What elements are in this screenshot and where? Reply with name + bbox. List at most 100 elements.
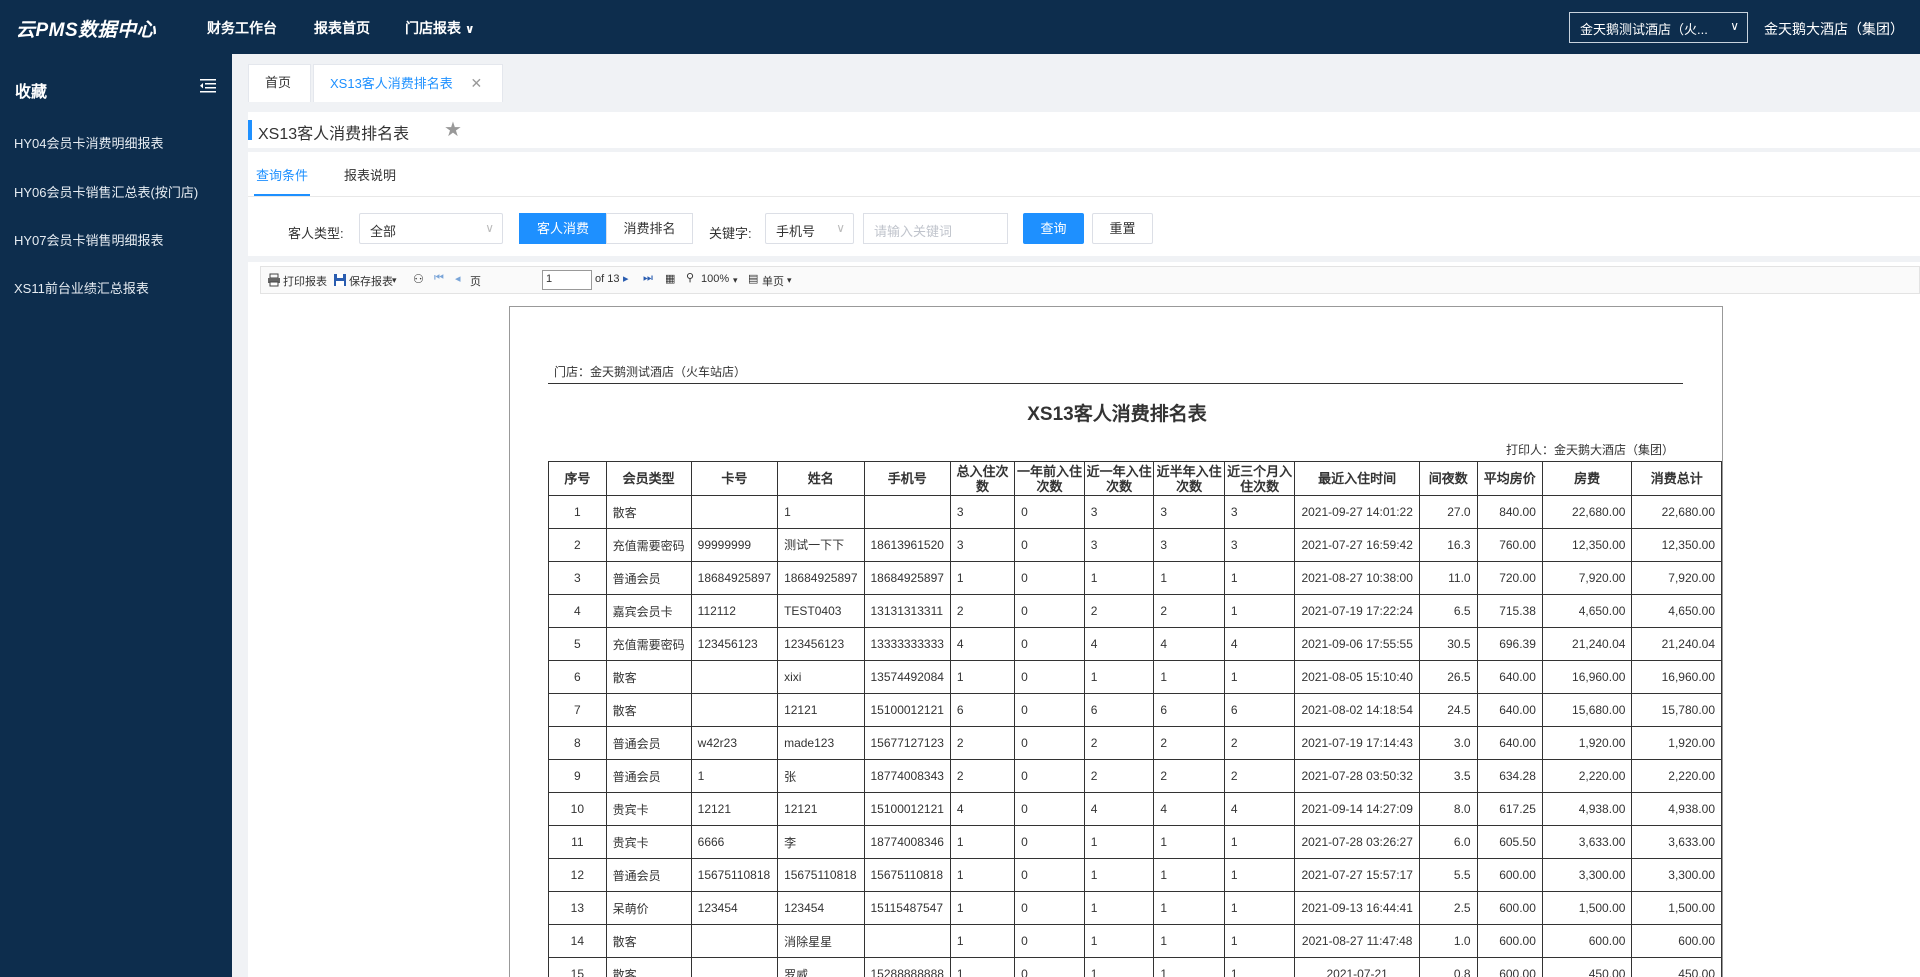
- table-cell: 1: [1153, 891, 1225, 925]
- table-cell: 640.00: [1476, 726, 1543, 760]
- table-cell: 5: [548, 627, 607, 661]
- table-cell: 2021-07-27 15:57:17: [1294, 858, 1420, 892]
- table-cell: 22,680.00: [1631, 495, 1722, 529]
- sidebar-item-hy04[interactable]: HY04会员卡消费明细报表: [14, 133, 164, 152]
- table-cell: 15100012121: [863, 693, 951, 727]
- table-cell: 1: [1153, 924, 1225, 958]
- main-content: 首页 XS13客人消费排名表 ✕ XS13客人消费排名表 ★ 查询条件 报表说明…: [232, 54, 1920, 977]
- zoom-level[interactable]: 100%: [701, 273, 729, 285]
- table-cell: 634.28: [1476, 759, 1543, 793]
- next-page-icon[interactable]: ▸: [623, 272, 629, 285]
- zoom-icon[interactable]: ⚲: [686, 271, 694, 284]
- table-cell: 26.5: [1418, 660, 1478, 694]
- table-cell: 2021-08-05 15:10:40: [1294, 660, 1420, 694]
- divider: [248, 196, 1920, 197]
- table-cell: w42r23: [690, 726, 779, 760]
- single-page-mode[interactable]: 单页: [762, 273, 784, 289]
- keyword-type-value: 手机号: [776, 224, 816, 239]
- chevron-down-icon: ∨: [836, 221, 845, 235]
- table-cell: 4: [548, 594, 607, 628]
- table-cell: 测试一下下: [777, 528, 865, 562]
- table-cell: 4: [1083, 792, 1155, 826]
- guest-consumption-toggle[interactable]: 客人消费: [519, 213, 607, 244]
- hotel-select[interactable]: 金天鹅测试酒店（火... ∨: [1569, 12, 1748, 43]
- table-cell: TEST0403: [777, 594, 865, 628]
- table-cell: 2: [949, 759, 1016, 793]
- fit-page-icon[interactable]: ▦: [665, 272, 675, 285]
- table-cell: 2: [949, 594, 1016, 628]
- report-table: 序号 会员类型 卡号 姓名 手机号 总入住次数 一年前入住次数 近一年入住次数 近半年入住次数近…: [548, 461, 1722, 977]
- table-cell: 1: [1083, 924, 1155, 958]
- menu-collapse-icon[interactable]: [200, 79, 216, 93]
- keyword-type-select[interactable]: 手机号 ∨: [765, 213, 854, 244]
- column-header: 序号: [548, 461, 607, 496]
- tab-report-description[interactable]: 报表说明: [344, 165, 396, 184]
- close-icon[interactable]: ✕: [470, 75, 482, 91]
- column-header: 近半年入住次数: [1153, 461, 1225, 496]
- table-cell: 1: [1083, 858, 1155, 892]
- table-cell: 605.50: [1476, 825, 1543, 859]
- guest-type-value: 全部: [370, 224, 397, 239]
- keyword-input[interactable]: 请输入关键词: [863, 213, 1008, 244]
- nav-store-reports[interactable]: 门店报表 ∨: [405, 18, 475, 38]
- table-cell: 0: [1014, 495, 1085, 529]
- table-row: 8 普通会员 w42r23 made123 15677127123 2 0 2 2 2 2021-0…: [548, 726, 1722, 760]
- table-cell: 1.0: [1418, 924, 1478, 958]
- consumption-rank-toggle[interactable]: 消费排名: [606, 213, 693, 244]
- table-cell: [690, 660, 779, 694]
- prev-page-icon[interactable]: ◂: [455, 272, 461, 285]
- tab-xs13[interactable]: XS13客人消费排名表 ✕: [313, 64, 503, 102]
- last-page-icon[interactable]: ⏭: [643, 272, 653, 285]
- table-cell: 0: [1014, 528, 1085, 562]
- search-button[interactable]: 查询: [1023, 213, 1084, 244]
- printer-line: 打印人：金天鹅大酒店（集团）: [1506, 443, 1675, 457]
- tab-home[interactable]: 首页: [248, 64, 311, 102]
- column-header: 房费: [1541, 461, 1633, 496]
- app-logo[interactable]: 云PMS数据中心: [16, 15, 156, 42]
- column-header: 手机号: [863, 461, 951, 496]
- favorite-star-icon[interactable]: ★: [444, 117, 462, 142]
- table-cell: 0: [1014, 561, 1085, 595]
- table-cell: 14: [548, 924, 607, 958]
- table-cell: 3: [1223, 528, 1296, 562]
- nav-report-home[interactable]: 报表首页: [314, 18, 370, 38]
- save-icon[interactable]: [333, 273, 347, 287]
- group-name[interactable]: 金天鹅大酒店（集团）: [1764, 19, 1904, 39]
- page-number-input[interactable]: 1: [542, 270, 592, 290]
- table-cell: 0: [1014, 594, 1085, 628]
- guest-type-label: 客人类型:: [288, 226, 344, 241]
- save-report-button[interactable]: 保存报表: [349, 273, 393, 289]
- single-page-icon[interactable]: ▤: [748, 272, 758, 285]
- table-cell: 3,633.00: [1631, 825, 1722, 859]
- sidebar-item-hy06[interactable]: HY06会员卡销售汇总表(按门店): [14, 182, 198, 201]
- table-cell: 18774008346: [863, 825, 951, 859]
- printer-icon[interactable]: [267, 273, 281, 287]
- table-cell: 2021-08-27 10:38:00: [1294, 561, 1420, 595]
- find-icon[interactable]: ⚇: [413, 272, 424, 286]
- table-cell: 600.00: [1476, 891, 1543, 925]
- header-rule: [548, 383, 1683, 384]
- chevron-down-icon: ∨: [1730, 19, 1739, 33]
- dropdown-arrow-icon[interactable]: ▾: [733, 275, 738, 286]
- table-cell: 0: [1014, 825, 1085, 859]
- guest-type-select[interactable]: 全部 ∨: [359, 213, 503, 244]
- sidebar-item-xs11[interactable]: XS11前台业绩汇总报表: [14, 278, 149, 297]
- table-cell: 6: [1153, 693, 1225, 727]
- nav-finance-workbench[interactable]: 财务工作台: [207, 18, 277, 38]
- sidebar-item-hy07[interactable]: HY07会员卡销售明细报表: [14, 230, 164, 249]
- print-report-button[interactable]: 打印报表: [283, 273, 327, 289]
- table-cell: 1: [1223, 561, 1296, 595]
- tab-query-conditions[interactable]: 查询条件: [256, 165, 308, 184]
- table-cell: 21,240.04: [1631, 627, 1722, 661]
- reset-button[interactable]: 重置: [1092, 213, 1153, 244]
- table-cell: 123456123: [690, 627, 779, 661]
- table-row: 13 呆萌价 123454 123454 15115487547 1 0 1 1 1 2021-09…: [548, 891, 1722, 925]
- table-cell: 0: [1014, 891, 1085, 925]
- dropdown-arrow-icon[interactable]: ▾: [392, 275, 397, 286]
- table-cell: 1: [1153, 660, 1225, 694]
- dropdown-arrow-icon[interactable]: ▾: [787, 275, 792, 286]
- table-cell: 15100012121: [863, 792, 951, 826]
- first-page-icon[interactable]: ⏮: [434, 272, 444, 285]
- store-line: 门店：金天鹅测试酒店（火车站店）: [554, 365, 747, 379]
- table-cell: 2: [1153, 594, 1225, 628]
